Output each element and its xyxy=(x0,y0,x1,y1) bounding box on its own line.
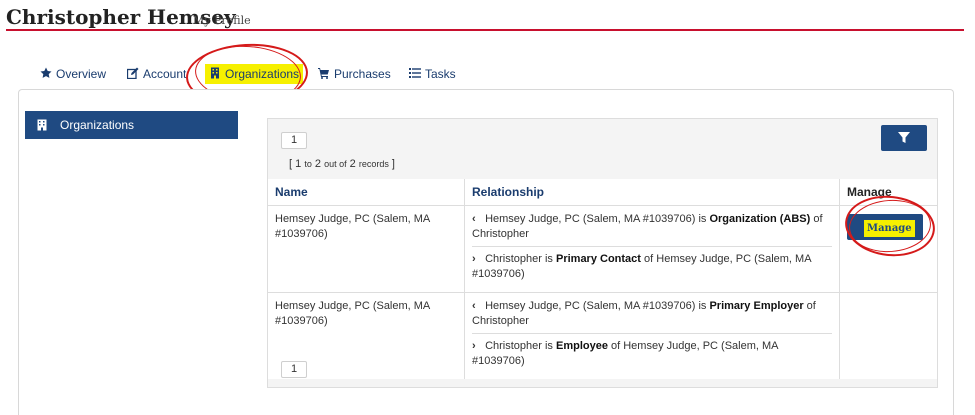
tab-organizations[interactable]: Organizations xyxy=(205,62,304,86)
sidebar-item-organizations[interactable]: Organizations xyxy=(25,111,238,139)
column-header-name[interactable]: Name xyxy=(268,179,465,206)
table-row: Hemsey Judge, PC (Salem, MA #1039706) ‹ … xyxy=(268,292,937,379)
organizations-table: Name Relationship Manage Hemsey Judge, P… xyxy=(268,179,937,379)
org-name-cell: Hemsey Judge, PC (Salem, MA #1039706) xyxy=(268,205,465,293)
relationship-line[interactable]: ‹ Hemsey Judge, PC (Salem, MA #1039706) … xyxy=(472,299,832,333)
chevron-left-icon: ‹ xyxy=(472,213,476,225)
manage-button-label: Manage xyxy=(864,220,915,237)
column-header-manage: Manage xyxy=(839,179,937,206)
sidebar-item-label: Organizations xyxy=(60,118,135,132)
list-icon xyxy=(409,68,421,78)
chevron-left-icon: ‹ xyxy=(472,300,476,312)
tab-overview[interactable]: Overview xyxy=(40,62,106,86)
edit-icon xyxy=(127,67,139,79)
manage-button[interactable]: Manage xyxy=(847,214,923,240)
tab-label: Overview xyxy=(56,67,107,81)
cart-icon xyxy=(318,68,329,79)
organizations-grid: 1 [ 1 to 2 out of 2 records ] Name Relat… xyxy=(267,118,938,388)
profile-header: Christopher Hemsey My Profile xyxy=(6,5,964,31)
building-icon xyxy=(211,67,219,79)
column-header-relationship[interactable]: Relationship xyxy=(464,179,840,206)
relationship-line[interactable]: ‹ Hemsey Judge, PC (Salem, MA #1039706) … xyxy=(472,212,832,246)
manage-cell: Manage xyxy=(839,205,937,293)
tab-label: Organizations xyxy=(225,67,300,81)
relationship-cell: ‹ Hemsey Judge, PC (Salem, MA #1039706) … xyxy=(464,292,840,379)
tab-label: Account xyxy=(143,67,187,81)
page-subtitle: My Profile xyxy=(193,14,251,27)
pager-page-button[interactable]: 1 xyxy=(281,132,307,149)
filter-button[interactable] xyxy=(881,125,927,151)
tab-label: Purchases xyxy=(334,67,391,81)
filter-icon xyxy=(898,132,910,143)
records-summary: [ 1 to 2 out of 2 records ] xyxy=(289,158,395,170)
pager-page-button-bottom[interactable]: 1 xyxy=(281,361,307,378)
tab-purchases[interactable]: Purchases xyxy=(318,62,391,86)
table-row: Hemsey Judge, PC (Salem, MA #1039706) ‹ … xyxy=(268,205,937,293)
chevron-right-icon: › xyxy=(472,340,476,352)
relationship-cell: ‹ Hemsey Judge, PC (Salem, MA #1039706) … xyxy=(464,205,840,293)
manage-cell xyxy=(839,292,937,379)
tab-label: Tasks xyxy=(425,67,456,81)
tab-tasks[interactable]: Tasks xyxy=(409,62,456,86)
table-header-row: Name Relationship Manage xyxy=(268,179,937,206)
chevron-right-icon: › xyxy=(472,253,476,265)
relationship-line[interactable]: › Christopher is Employee of Hemsey Judg… xyxy=(472,333,832,373)
building-icon xyxy=(37,119,47,131)
tab-account[interactable]: Account xyxy=(127,62,186,86)
header-divider xyxy=(6,29,964,31)
relationship-line[interactable]: › Christopher is Primary Contact of Hems… xyxy=(472,246,832,286)
star-icon xyxy=(40,67,52,78)
